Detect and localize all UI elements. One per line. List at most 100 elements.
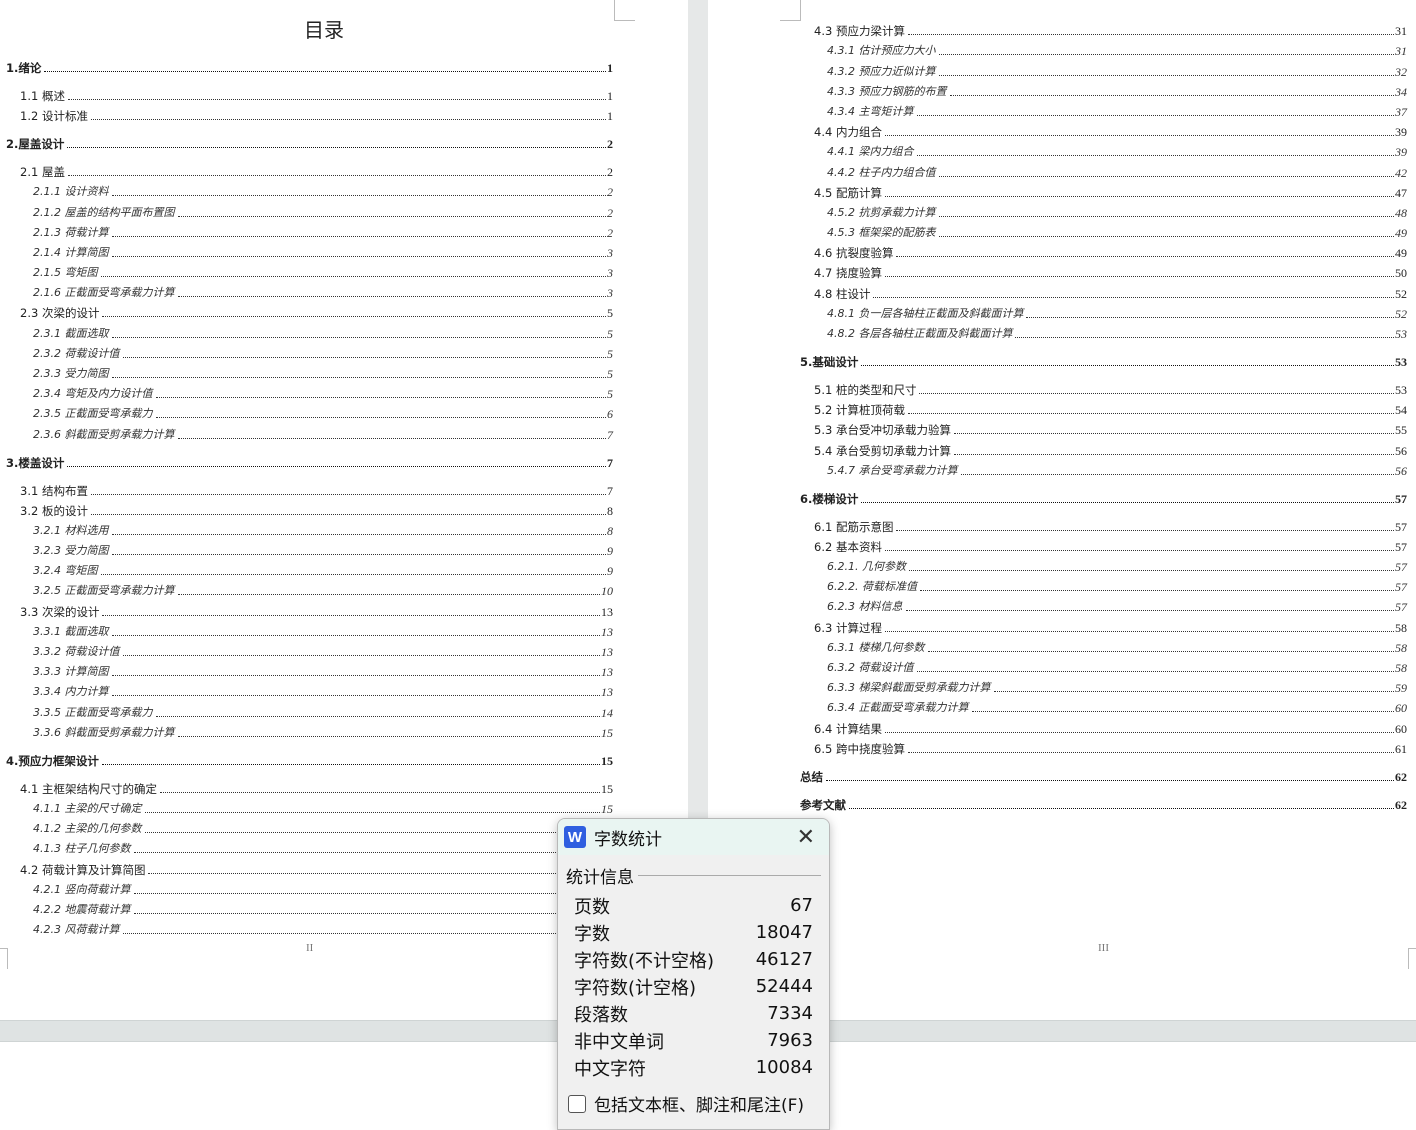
toc-entry-label: 4.3.1 估计预应力大小 bbox=[827, 44, 936, 58]
toc-entry[interactable]: 5.1 桩的类型和尺寸 53 bbox=[800, 377, 1407, 397]
toc-entry[interactable]: 6.5 跨中挠度验算 61 bbox=[800, 736, 1407, 756]
toc-entry[interactable]: 2.1 屋盖 2 bbox=[6, 159, 613, 179]
toc-entry[interactable]: 6.4 计算结果 60 bbox=[800, 715, 1407, 736]
toc-entry[interactable]: 1.绪论 1 bbox=[6, 55, 613, 75]
toc-entry[interactable]: 4.预应力框架设计 15 bbox=[6, 748, 613, 768]
toc-entry[interactable]: 6.1 配筋示意图 57 bbox=[800, 514, 1407, 534]
toc-entry[interactable]: 3.2.4 弯矩图 9 bbox=[6, 558, 613, 578]
toc-entry[interactable]: 4.5.2 抗剪承载力计算 48 bbox=[800, 200, 1407, 220]
toc-entry[interactable]: 4.4.2 柱子内力组合值 42 bbox=[800, 159, 1407, 180]
toc-entry[interactable]: 2.3.5 正截面受弯承载力 6 bbox=[6, 401, 613, 421]
toc-entry[interactable]: 5.基础设计 53 bbox=[800, 349, 1407, 369]
toc-entry[interactable]: 2.屋盖设计 2 bbox=[6, 131, 613, 151]
toc-entry-label: 6.3.2 荷载设计值 bbox=[827, 661, 914, 674]
dialog-titlebar[interactable]: W 字数统计 ✕ bbox=[558, 819, 829, 855]
toc-entry-label: 4.2.2 地震荷载计算 bbox=[33, 902, 131, 916]
toc-entry[interactable]: 6.2 基本资料 57 bbox=[800, 534, 1407, 554]
toc-dot-leader bbox=[884, 276, 1394, 278]
toc-entry[interactable]: 6.3.2 荷载设计值 58 bbox=[800, 655, 1407, 675]
toc-entry[interactable]: 6.2.3 材料信息 57 bbox=[800, 594, 1407, 614]
toc-entry[interactable]: 6.3.3 梯梁斜截面受剪承载力计算 59 bbox=[800, 675, 1407, 695]
toc-entry[interactable]: 4.3.4 主弯矩计算 37 bbox=[800, 99, 1407, 119]
toc-entry[interactable]: 3.3.1 截面选取 13 bbox=[6, 619, 613, 639]
toc-entry[interactable]: 参考文献 62 bbox=[800, 792, 1407, 812]
toc-entry-label: 6.4 计算结果 bbox=[814, 721, 882, 736]
toc-dot-leader bbox=[884, 630, 1394, 632]
toc-entry[interactable]: 3.2.5 正截面受弯承载力计算 10 bbox=[6, 578, 613, 598]
toc-entry[interactable]: 2.3.3 受力简图 5 bbox=[6, 361, 613, 381]
toc-entry[interactable]: 4.2 荷载计算及计算简图 bbox=[6, 856, 613, 877]
toc-entry[interactable]: 3.3.2 荷载设计值 13 bbox=[6, 639, 613, 659]
toc-entry[interactable]: 总结 62 bbox=[800, 764, 1407, 784]
toc-entry[interactable]: 3.1 结构布置 7 bbox=[6, 477, 613, 498]
toc-entry[interactable]: 2.3.1 截面选取 5 bbox=[6, 320, 613, 341]
toc-entry[interactable]: 4.8 柱设计 52 bbox=[800, 280, 1407, 301]
toc-entry[interactable]: 4.8.2 各层各轴柱正截面及斜截面计算 53 bbox=[800, 321, 1407, 341]
toc-entry-label: 4.8.2 各层各轴柱正截面及斜截面计算 bbox=[827, 327, 1013, 340]
toc-entry[interactable]: 4.8.1 负一层各轴柱正截面及斜截面计算 52 bbox=[800, 301, 1407, 321]
toc-entry-page: 3 bbox=[607, 245, 613, 260]
toc-entry[interactable]: 3.3.3 计算简图 13 bbox=[6, 659, 613, 679]
toc-dot-leader bbox=[144, 832, 612, 834]
toc-entry[interactable]: 3.2.1 材料选用 8 bbox=[6, 518, 613, 538]
toc-entry[interactable]: 4.5.3 框架梁的配筋表 49 bbox=[800, 220, 1407, 240]
toc-entry[interactable]: 5.4.7 承台受弯承载力计算 56 bbox=[800, 458, 1407, 478]
toc-entry[interactable]: 6.3.4 正截面受弯承载力计算 60 bbox=[800, 695, 1407, 715]
toc-entry[interactable]: 4.2.2 地震荷载计算 bbox=[6, 897, 613, 917]
toc-entry[interactable]: 3.3.4 内力计算 13 bbox=[6, 679, 613, 699]
toc-entry[interactable]: 4.5 配筋计算 47 bbox=[800, 180, 1407, 200]
toc-entry-page: 8 bbox=[607, 523, 613, 538]
toc-entry[interactable]: 2.1.4 计算简图 3 bbox=[6, 240, 613, 260]
toc-entry[interactable]: 3.楼盖设计 7 bbox=[6, 449, 613, 470]
toc-entry[interactable]: 2.1.5 弯矩图 3 bbox=[6, 260, 613, 280]
toc-entry[interactable]: 4.3.1 估计预应力大小 31 bbox=[800, 38, 1407, 58]
toc-entry[interactable]: 2.1.3 荷载计算 2 bbox=[6, 220, 613, 240]
toc-entry[interactable]: 1.1 概述 1 bbox=[6, 83, 613, 103]
toc-entry[interactable]: 6.2.2. 荷载标准值 57 bbox=[800, 574, 1407, 594]
toc-entry[interactable]: 3.3.5 正截面受弯承载力 14 bbox=[6, 699, 613, 720]
toc-entry[interactable]: 6.3.1 楼梯几何参数 58 bbox=[800, 635, 1407, 655]
toc-entry[interactable]: 4.3.2 预应力近似计算 32 bbox=[800, 58, 1407, 79]
toc-entry[interactable]: 6.楼梯设计 57 bbox=[800, 486, 1407, 506]
toc-entry[interactable]: 2.1.1 设计资料 2 bbox=[6, 179, 613, 199]
toc-entry[interactable]: 4.1 主框架结构尺寸的确定 15 bbox=[6, 776, 613, 796]
checkbox-box[interactable] bbox=[568, 1094, 586, 1113]
toc-entry[interactable]: 6.2.1. 几何参数 57 bbox=[800, 554, 1407, 574]
toc-entry[interactable]: 2.1.2 屋盖的结构平面布置图 2 bbox=[6, 199, 613, 220]
toc-entry[interactable]: 2.3.2 荷载设计值 5 bbox=[6, 341, 613, 361]
toc-entry[interactable]: 1.2 设计标准 1 bbox=[6, 103, 613, 123]
toc-entry[interactable]: 3.3.6 斜截面受剪承载力计算 15 bbox=[6, 720, 613, 740]
toc-entry[interactable]: 4.6 抗裂度验算 49 bbox=[800, 240, 1407, 260]
toc-entry[interactable]: 4.2.3 风荷载计算 bbox=[6, 917, 613, 937]
toc-entry-label: 3.楼盖设计 bbox=[6, 455, 65, 470]
toc-entry-page: 7 bbox=[607, 427, 613, 442]
toc-entry[interactable]: 6.3 计算过程 58 bbox=[800, 614, 1407, 635]
toc-entry[interactable]: 4.1.1 主梁的尺寸确定 15 bbox=[6, 796, 613, 816]
stats-group-header: 统计信息 bbox=[566, 863, 821, 888]
toc-dot-leader bbox=[177, 296, 606, 298]
toc-entry[interactable]: 4.1.2 主梁的几何参数 bbox=[6, 816, 613, 836]
toc-entry[interactable]: 4.3.3 预应力钢筋的布置 34 bbox=[800, 79, 1407, 99]
toc-entry[interactable]: 4.1.3 柱子几何参数 bbox=[6, 836, 613, 856]
toc-entry[interactable]: 4.2.1 竖向荷载计算 bbox=[6, 877, 613, 897]
close-icon[interactable]: ✕ bbox=[797, 825, 815, 850]
toc-entry[interactable]: 2.3 次梁的设计 5 bbox=[6, 300, 613, 320]
include-textbox-footnotes-checkbox[interactable]: 包括文本框、脚注和尾注(F) bbox=[568, 1091, 829, 1116]
toc-entry[interactable]: 3.2 板的设计 8 bbox=[6, 498, 613, 518]
toc-entry[interactable]: 4.4 内力组合 39 bbox=[800, 119, 1407, 139]
toc-entry[interactable]: 2.1.6 正截面受弯承载力计算 3 bbox=[6, 280, 613, 300]
toc-entry[interactable]: 5.4 承台受剪切承载力计算 56 bbox=[800, 437, 1407, 458]
toc-entry[interactable]: 3.2.3 受力简图 9 bbox=[6, 538, 613, 558]
toc-entry[interactable]: 4.4.1 梁内力组合 39 bbox=[800, 139, 1407, 159]
toc-entry[interactable]: 5.3 承台受冲切承载力验算 55 bbox=[800, 417, 1407, 437]
toc-entry[interactable]: 4.3 预应力梁计算 31 bbox=[800, 18, 1407, 38]
toc-entry[interactable]: 3.3 次梁的设计 13 bbox=[6, 598, 613, 619]
toc-entry[interactable]: 2.3.4 弯矩及内力设计值 5 bbox=[6, 381, 613, 401]
toc-dot-leader bbox=[826, 779, 1394, 781]
toc-entry-page: 13 bbox=[601, 645, 613, 660]
toc-entry[interactable]: 5.2 计算桩顶荷载 54 bbox=[800, 397, 1407, 417]
toc-entry[interactable]: 2.3.6 斜截面受剪承载力计算 7 bbox=[6, 421, 613, 442]
toc-dot-leader bbox=[938, 215, 1394, 217]
toc-entry[interactable]: 4.7 挠度验算 50 bbox=[800, 260, 1407, 280]
toc-entry-label: 2.3 次梁的设计 bbox=[20, 306, 100, 321]
